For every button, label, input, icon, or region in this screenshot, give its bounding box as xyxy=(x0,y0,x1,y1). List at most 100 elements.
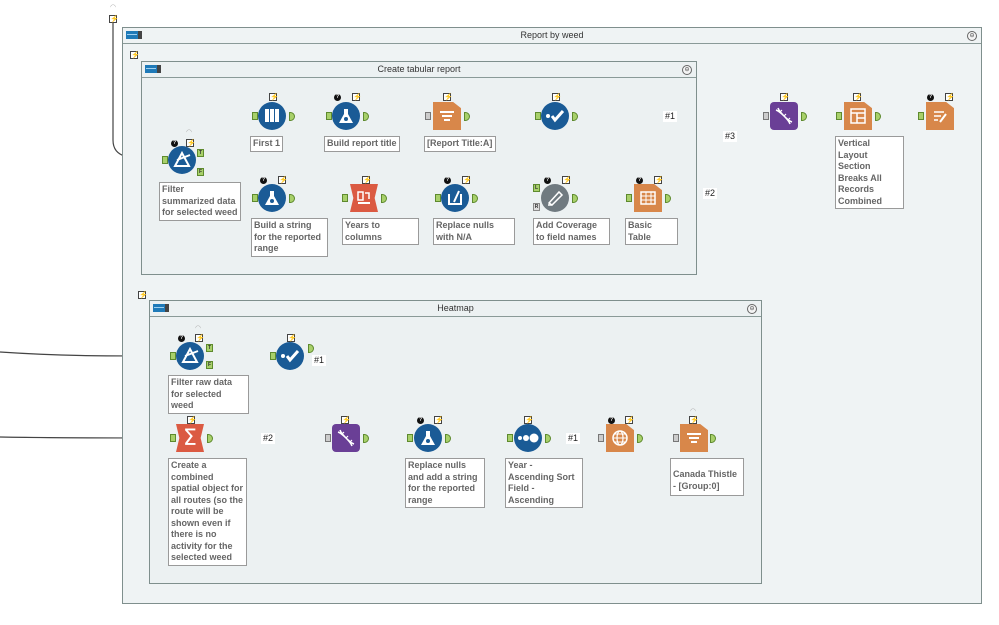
connection-label: #2 xyxy=(703,188,718,199)
false-anchor[interactable]: F xyxy=(197,168,204,176)
formula-tool[interactable] xyxy=(414,424,442,452)
layout-icon xyxy=(850,108,866,124)
collapse-icon[interactable]: ⊖ xyxy=(682,65,692,75)
bolt-icon: ⚡ xyxy=(195,334,205,342)
connection-label: #2 xyxy=(261,433,276,444)
select-tool[interactable] xyxy=(541,102,569,130)
summarize-tool[interactable]: Σ xyxy=(176,424,204,452)
annotation-replace-nulls-na: Replace nulls with N/A xyxy=(433,218,515,245)
bolt-icon: ⚡ xyxy=(524,416,534,424)
input-anchor[interactable] xyxy=(626,194,632,202)
true-anchor[interactable]: T xyxy=(206,344,213,352)
question-badge: ? xyxy=(178,335,185,342)
container-title: Report by weed xyxy=(520,30,584,40)
formula-flask-icon xyxy=(339,109,353,123)
bolt-icon: ⚡ xyxy=(109,15,119,23)
input-anchor[interactable] xyxy=(673,434,679,442)
report-text-tool[interactable] xyxy=(680,424,708,452)
annotation-add-coverage: Add Coverage to field names xyxy=(533,218,610,245)
input-anchor[interactable] xyxy=(407,434,413,442)
false-anchor[interactable]: F xyxy=(206,361,213,369)
filter-tool[interactable] xyxy=(168,146,196,174)
sort-dots-icon xyxy=(518,433,539,443)
input-anchor[interactable] xyxy=(325,434,331,442)
bolt-icon: ⚡ xyxy=(562,176,572,184)
wireless-icon: ◠ xyxy=(690,408,697,415)
union-dna-icon xyxy=(337,429,355,447)
bolt-icon: ⚡ xyxy=(269,93,279,101)
bolt-icon: ⚡ xyxy=(780,93,790,101)
question-badge: ? xyxy=(927,94,934,101)
select-tool[interactable] xyxy=(276,342,304,370)
sample-tool[interactable] xyxy=(258,102,286,130)
bolt-icon: ⚡ xyxy=(434,416,444,424)
input-anchor[interactable] xyxy=(507,434,513,442)
globe-icon xyxy=(612,430,628,446)
bolt-icon: ⚡ xyxy=(138,291,148,299)
union-dna-icon xyxy=(775,107,793,125)
sigma-icon: Σ xyxy=(183,425,197,451)
map-tool[interactable] xyxy=(606,424,634,452)
union-tool[interactable] xyxy=(332,424,360,452)
connection-label: #3 xyxy=(723,131,738,142)
wireless-icon: ◠ xyxy=(110,4,117,11)
formula-tool[interactable] xyxy=(258,184,286,212)
question-badge: ? xyxy=(334,94,341,101)
bolt-icon: ⚡ xyxy=(552,93,562,101)
report-text-tool[interactable] xyxy=(433,102,461,130)
input-anchor[interactable] xyxy=(763,112,769,120)
right-anchor[interactable]: R xyxy=(533,203,540,211)
bolt-icon: ⚡ xyxy=(341,416,351,424)
formula-flask-icon xyxy=(265,191,279,205)
connection-label: #1 xyxy=(566,433,581,444)
formula-tool[interactable] xyxy=(332,102,360,130)
report-text-icon xyxy=(687,433,701,443)
left-anchor[interactable]: L xyxy=(533,184,540,192)
sample-icon xyxy=(265,109,279,122)
sort-tool[interactable] xyxy=(514,424,542,452)
question-badge: ? xyxy=(636,177,643,184)
annotation-sort: Year - Ascending Sort Field - Ascending xyxy=(505,458,583,508)
input-anchor[interactable] xyxy=(170,434,176,442)
union-tool[interactable] xyxy=(770,102,798,130)
annotation-canada-thistle: Canada Thistle - [Group:0] xyxy=(670,458,744,496)
bolt-icon: ⚡ xyxy=(362,176,372,184)
input-anchor[interactable] xyxy=(836,112,842,120)
multi-field-formula-tool[interactable] xyxy=(441,184,469,212)
annotation-replace-nulls-string: Replace nulls and add a string for the r… xyxy=(405,458,485,508)
bolt-icon: ⚡ xyxy=(945,93,955,101)
filter-tool[interactable] xyxy=(176,342,204,370)
filter-icon xyxy=(173,151,191,167)
bolt-icon: ⚡ xyxy=(625,416,635,424)
input-anchor[interactable] xyxy=(342,194,348,202)
table-icon xyxy=(640,191,656,205)
table-tool[interactable] xyxy=(634,184,662,212)
multi-field-formula-icon xyxy=(448,190,462,205)
annotation-build-string: Build a string for the reported range xyxy=(251,218,328,257)
render-icon xyxy=(934,111,947,123)
question-badge: ? xyxy=(544,177,551,184)
annotation-basic-table: Basic Table xyxy=(625,218,678,245)
collapse-icon[interactable]: ⊖ xyxy=(747,304,757,314)
container-title: Heatmap xyxy=(437,303,474,313)
dynamic-rename-tool[interactable] xyxy=(541,184,569,212)
input-anchor[interactable] xyxy=(598,434,604,442)
bolt-icon: ⚡ xyxy=(130,51,140,59)
bolt-icon: ⚡ xyxy=(853,93,863,101)
input-anchor[interactable] xyxy=(425,112,431,120)
bolt-icon: ⚡ xyxy=(443,93,453,101)
layout-tool[interactable] xyxy=(844,102,872,130)
render-tool[interactable] xyxy=(926,102,954,130)
select-check-icon xyxy=(546,110,565,123)
annotation-first-1: First 1 xyxy=(250,136,283,152)
annotation-summarize-spatial: Create a combined spatial object for all… xyxy=(168,458,247,566)
crosstab-tool[interactable] xyxy=(350,184,378,212)
collapse-icon[interactable]: ⊖ xyxy=(967,31,977,41)
question-badge: ? xyxy=(444,177,451,184)
bolt-icon: ⚡ xyxy=(689,416,699,424)
question-badge: ? xyxy=(608,417,615,424)
input-anchor[interactable] xyxy=(918,112,924,120)
true-anchor[interactable]: T xyxy=(197,149,204,157)
filter-icon xyxy=(181,347,199,363)
bolt-icon: ⚡ xyxy=(187,416,197,424)
